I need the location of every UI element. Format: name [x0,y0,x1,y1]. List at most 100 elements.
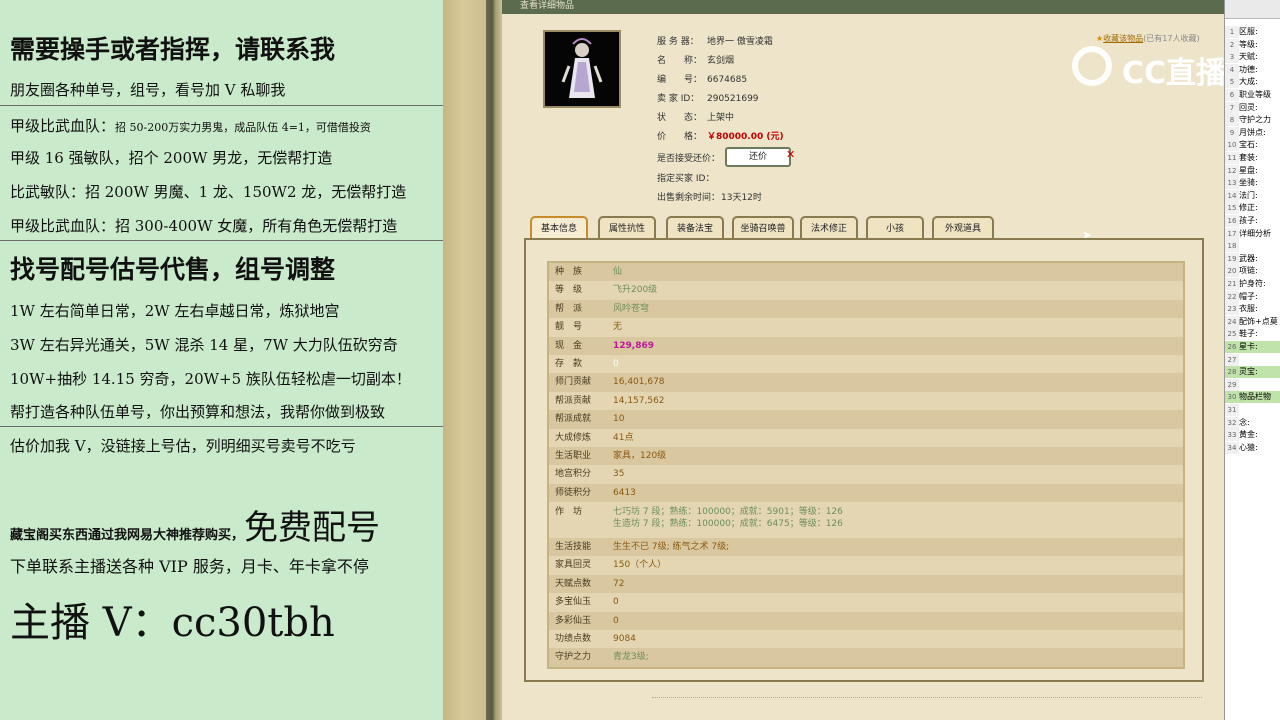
sheet-row[interactable]: 13 坐骑: [1225,177,1280,190]
sheet-row[interactable]: 27 [1225,353,1280,366]
field-label: 服 务 器： [657,37,699,47]
cell-text: 护身符: [1239,279,1266,288]
tab-child[interactable]: 小孩 [866,216,924,238]
row-label: 天赋点数 [555,578,592,589]
sheet-row[interactable]: 19 武器: [1225,252,1280,265]
status-row: 状 态： 上架中 [657,110,734,123]
sheet-row[interactable]: 31 [1225,404,1280,416]
promo-line: 比武敏队：招 200W 男魔、1 龙、150W2 龙，无偿帮打造 [10,183,407,201]
tab-spell-modifiers[interactable]: 法术修正 [800,216,858,238]
sheet-row[interactable]: 2 等级: [1225,38,1280,51]
row-number: 8 [1225,114,1239,127]
sheet-row[interactable]: 32 念: [1225,416,1280,429]
sheet-row[interactable]: 9 月饼点: [1225,126,1280,139]
row-label: 多宝仙玉 [555,597,592,608]
sheet-row[interactable]: 22 帽子: [1225,290,1280,303]
promo-line: 找号配号估号代售，组号调整 [10,255,336,284]
row-label: 等 级 [555,285,583,296]
tab-appearance[interactable]: 外观道具 [932,216,994,238]
sheet-row[interactable]: 16 孩子: [1225,215,1280,227]
tab-equipment[interactable]: 装备法宝 [666,216,724,238]
sheet-row[interactable]: 12 星盘: [1225,164,1280,177]
row-number: 14 [1225,189,1239,202]
row-value: 16,401,678 [613,377,665,388]
tab-attributes[interactable]: 属性抗性 [598,216,656,238]
cell-text: 套装: [1239,153,1258,162]
row-value: 青龙3级; [613,652,649,663]
sheet-row[interactable]: 8 守护之力 [1225,114,1280,127]
promo-line: 甲级 16 强敏队，招个 200W 男龙，无偿帮打造 [10,149,333,167]
row-value: 150（个人） [613,560,667,571]
divider [0,105,443,106]
promo-line: 藏宝阁买东西通过我网易大神推荐购买，免费配号 [10,500,380,549]
sheet-row[interactable]: 11 套装: [1225,152,1280,164]
row-number: 6 [1225,89,1239,101]
cell-text: 法门: [1239,190,1258,200]
collect-link[interactable]: ★收藏该物品(已有17人收藏) [1096,33,1200,44]
sheet-row[interactable]: 21 护身符: [1225,278,1280,290]
table-row: 家具回灵 150（个人） [549,556,1183,575]
server-value: 地界一 傲雪凌霜 [707,37,773,47]
decorative-border [486,0,502,720]
promo-line: 10W+抽秒 14.15 穷奇，20W+5 族队伍轻松虐一切副本！ [10,370,411,388]
table-row: 存 款 0 [549,354,1183,374]
sheet-row[interactable]: 14 法门: [1225,189,1280,202]
promo-highlight: 免费配号 [244,508,381,548]
table-row: 帮 派 风吟苍穹 [549,299,1183,319]
id-row: 编 号： 6674685 [657,72,747,85]
sheet-row[interactable]: 28 灵宝: [1225,366,1280,379]
spreadsheet-panel[interactable]: 1 区服: 2 等级: 3 天赋: 4 功德: 5 大成: 6 职业等级 7 回灵: 8 守护之力 9 月饼点: 1… [1224,0,1280,720]
cell-text: 回灵: [1239,102,1258,112]
row-number: 3 [1225,51,1239,64]
sheet-row[interactable]: 29 [1225,378,1280,391]
cell-text: 物品栏物 [1239,392,1271,402]
sheet-row[interactable]: 30 物品栏物 [1225,391,1280,404]
sheet-row[interactable]: 7 回灵: [1225,101,1280,114]
row-number: 1 [1225,26,1239,38]
sheet-row[interactable]: 5 大成: [1225,76,1280,89]
row-number: 18 [1225,240,1239,253]
sheet-row[interactable]: 4 功德: [1225,63,1280,76]
buyer-row: 指定买家 ID： [657,171,727,184]
sheet-row[interactable]: 26 星卡: [1225,341,1280,353]
row-label: 靓 号 [555,322,583,333]
row-value: 0 [613,358,619,369]
sheet-row[interactable]: 17 详细分析 [1225,227,1280,240]
sheet-row[interactable]: 10 宝石: [1225,139,1280,152]
sheet-row[interactable]: 20 项链: [1225,265,1280,278]
sheet-row[interactable]: 3 天赋: [1225,51,1280,64]
sheet-row[interactable]: 15 修正: [1225,202,1280,215]
row-number: 16 [1225,215,1239,227]
divider [0,240,443,241]
row-number: 28 [1225,366,1239,379]
table-row: 天赋点数 72 [549,574,1183,594]
row-label: 生活职业 [555,450,592,461]
sheet-row[interactable]: 25 鞋子: [1225,328,1280,341]
sheet-row[interactable]: 34 心猿: [1225,441,1280,454]
row-label: 帮派贡献 [555,395,592,406]
row-label: 存 款 [555,358,583,369]
sheet-row[interactable]: 6 职业等级 [1225,89,1280,101]
promo-line: 帮打造各种队伍单号，你出预算和想法，我帮你做到极致 [10,403,386,421]
cell-text: 心猿: [1239,442,1258,452]
name-value: 玄剑烟 [707,56,735,66]
sheet-row[interactable]: 1 区服: [1225,26,1280,38]
row-number: 20 [1225,265,1239,278]
counter-offer-button[interactable]: 还价 [725,147,791,167]
close-icon[interactable]: ✕ [786,148,795,161]
sheet-row[interactable]: 18 [1225,240,1280,253]
sheet-row[interactable]: 33 黄金: [1225,429,1280,442]
cell-text: 武器: [1239,253,1258,263]
cell-text: 衣服: [1239,304,1258,314]
row-number: 33 [1225,429,1239,442]
row-label: 大成修炼 [555,432,592,443]
row-label: 家具回灵 [555,560,592,571]
sheet-row[interactable]: 23 衣服: [1225,303,1280,316]
row-value: 14,157,562 [613,395,665,406]
sheet-row[interactable]: 24 配饰+点莫 [1225,315,1280,328]
collect-label[interactable]: 收藏该物品 [1103,34,1143,43]
tab-basic-info[interactable]: 基本信息 [530,216,588,238]
row-number: 21 [1225,278,1239,290]
tab-mounts-summons[interactable]: 坐骑召唤兽 [732,216,794,238]
table-row: 现 金 129,869 [549,336,1183,355]
